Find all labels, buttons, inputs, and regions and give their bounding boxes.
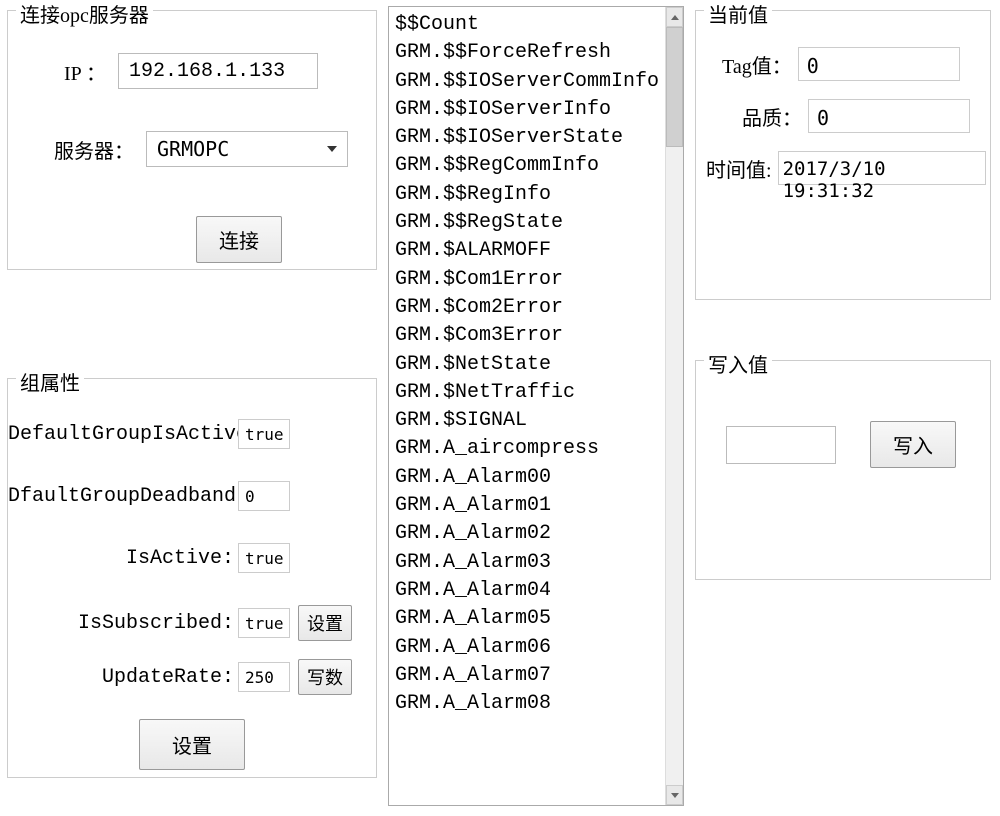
is-subscribed-value[interactable] — [238, 608, 290, 638]
list-item[interactable]: GRM.$Com2Error — [395, 294, 659, 322]
scroll-thumb[interactable] — [666, 27, 683, 147]
list-item[interactable]: GRM.$$RegInfo — [395, 181, 659, 209]
tag-value-display: 0 — [798, 47, 960, 81]
list-item[interactable]: GRM.A_Alarm08 — [395, 690, 659, 718]
chevron-down-icon — [327, 146, 337, 152]
scroll-down-arrow-icon[interactable] — [666, 785, 683, 805]
settings-button[interactable]: 设置 — [139, 719, 245, 770]
list-item[interactable]: GRM.A_Alarm04 — [395, 577, 659, 605]
default-group-deadband-value[interactable] — [238, 481, 290, 511]
server-select[interactable]: GRMOPC — [146, 131, 348, 167]
list-item[interactable]: GRM.$$IOServerInfo — [395, 96, 659, 124]
write-value-panel: 写入值 写入 — [695, 360, 991, 580]
write-value-input[interactable] — [726, 426, 836, 464]
update-rate-label: UpdateRate: — [8, 666, 238, 689]
list-item[interactable]: GRM.$$IOServerCommInfo — [395, 68, 659, 96]
tag-listbox[interactable]: $$CountGRM.$$ForceRefreshGRM.$$IOServerC… — [388, 6, 684, 806]
list-item[interactable]: GRM.$NetState — [395, 351, 659, 379]
current-panel-title: 当前值 — [704, 0, 772, 28]
tag-value-label: Tag值： — [722, 50, 792, 79]
list-item[interactable]: GRM.$NetTraffic — [395, 379, 659, 407]
list-item[interactable]: GRM.A_Alarm05 — [395, 605, 659, 633]
scrollbar[interactable] — [665, 7, 683, 805]
time-value-label: 时间值: — [706, 154, 772, 183]
is-active-value[interactable] — [238, 543, 290, 573]
list-item[interactable]: GRM.$Com1Error — [395, 266, 659, 294]
default-group-active-label: DefaultGroupIsActive: — [8, 423, 238, 446]
quality-display: 0 — [808, 99, 970, 133]
list-item[interactable]: GRM.$$IOServerState — [395, 124, 659, 152]
connect-opc-panel: 连接opc服务器 IP ： 服务器： GRMOPC 连接 — [7, 10, 377, 270]
list-item[interactable]: GRM.$ALARMOFF — [395, 237, 659, 265]
is-active-label: IsActive: — [8, 547, 238, 570]
scroll-up-arrow-icon[interactable] — [666, 7, 683, 27]
connect-button[interactable]: 连接 — [196, 216, 282, 263]
list-item[interactable]: GRM.A_Alarm00 — [395, 464, 659, 492]
connect-panel-title: 连接opc服务器 — [16, 0, 153, 28]
update-rate-value[interactable] — [238, 662, 290, 692]
default-group-deadband-label: DfaultGroupDeadband: — [8, 485, 238, 508]
time-value-display: 2017/3/10 19:31:32 — [778, 151, 986, 185]
list-item[interactable]: GRM.A_aircompress — [395, 435, 659, 463]
list-item[interactable]: GRM.A_Alarm03 — [395, 549, 659, 577]
tag-list-content: $$CountGRM.$$ForceRefreshGRM.$$IOServerC… — [389, 7, 665, 805]
list-item[interactable]: GRM.A_Alarm06 — [395, 634, 659, 662]
ip-input[interactable] — [118, 53, 318, 89]
group-panel-title: 组属性 — [16, 367, 84, 396]
list-item[interactable]: GRM.$$ForceRefresh — [395, 39, 659, 67]
list-item[interactable]: GRM.$$RegCommInfo — [395, 152, 659, 180]
list-item[interactable]: GRM.$$RegState — [395, 209, 659, 237]
list-item[interactable]: GRM.$Com3Error — [395, 322, 659, 350]
list-item[interactable]: GRM.A_Alarm07 — [395, 662, 659, 690]
server-label: 服务器： — [54, 135, 134, 164]
set-button[interactable]: 设置 — [298, 605, 352, 641]
ip-label: IP ： — [64, 57, 106, 86]
is-subscribed-label: IsSubscribed: — [8, 612, 238, 635]
list-item[interactable]: GRM.$SIGNAL — [395, 407, 659, 435]
write-number-button[interactable]: 写数 — [298, 659, 352, 695]
list-item[interactable]: GRM.A_Alarm02 — [395, 520, 659, 548]
quality-label: 品质： — [742, 102, 802, 131]
list-item[interactable]: $$Count — [395, 11, 659, 39]
server-selected-value: GRMOPC — [157, 137, 229, 161]
write-panel-title: 写入值 — [704, 349, 772, 378]
default-group-active-value[interactable] — [238, 419, 290, 449]
group-properties-panel: 组属性 DefaultGroupIsActive: DfaultGroupDea… — [7, 378, 377, 778]
write-button[interactable]: 写入 — [870, 421, 956, 468]
list-item[interactable]: GRM.A_Alarm01 — [395, 492, 659, 520]
current-value-panel: 当前值 Tag值： 0 品质： 0 时间值: 2017/3/10 19:31:3… — [695, 10, 991, 300]
